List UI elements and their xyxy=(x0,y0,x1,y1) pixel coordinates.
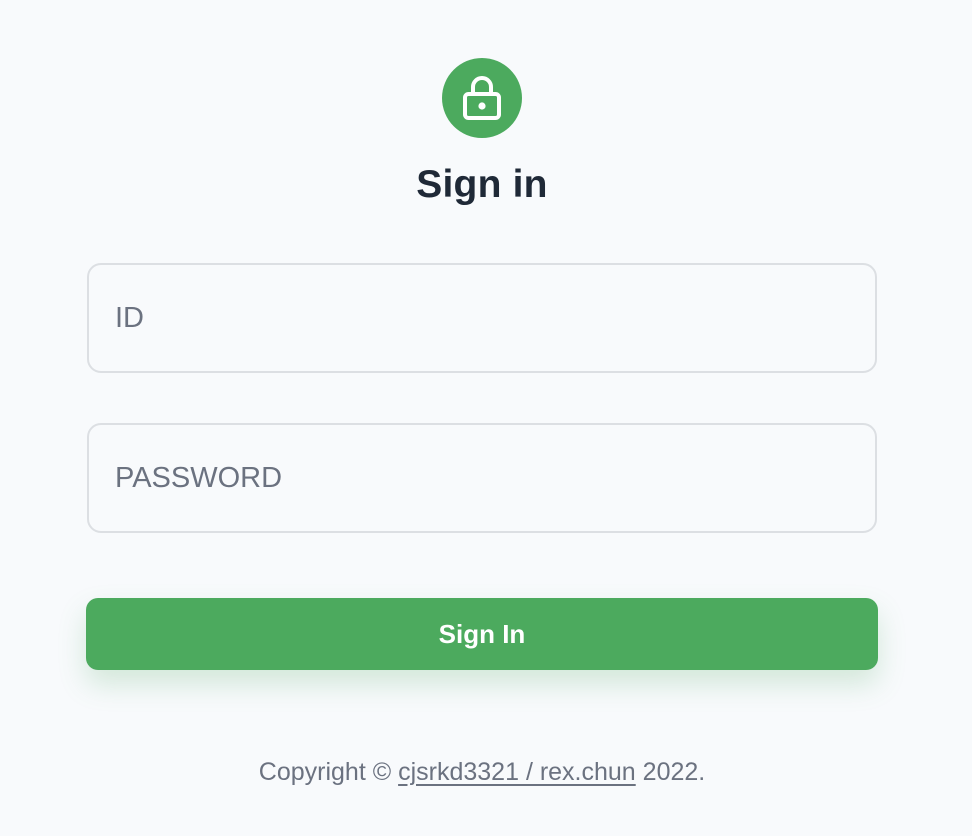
copyright-footer: Copyright © cjsrkd3321 / rex.chun 2022. xyxy=(0,754,964,790)
id-field[interactable] xyxy=(87,263,877,373)
lock-icon-badge xyxy=(442,58,522,138)
sign-in-page: Sign in Sign In Copyright © cjsrkd3321 /… xyxy=(0,0,972,836)
author-link[interactable]: cjsrkd3321 / rex.chun xyxy=(398,758,636,786)
lock-icon xyxy=(463,76,501,120)
password-field[interactable] xyxy=(87,423,877,533)
sign-in-button[interactable]: Sign In xyxy=(86,598,878,670)
copyright-year: 2022. xyxy=(642,758,706,786)
page-title: Sign in xyxy=(416,163,548,206)
copyright-prefix: Copyright © xyxy=(258,758,392,786)
